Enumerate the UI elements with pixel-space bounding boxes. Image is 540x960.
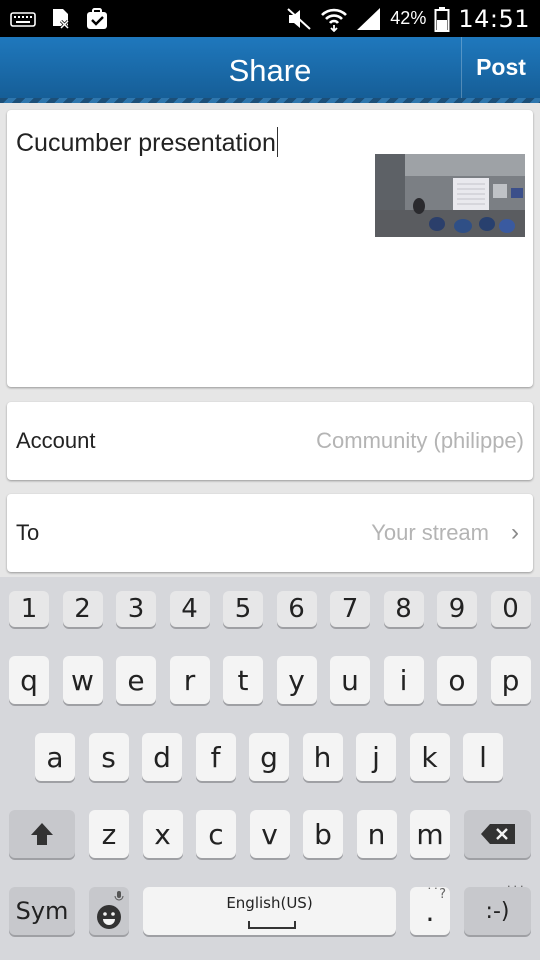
letter-key-d[interactable]: d <box>142 733 182 781</box>
attached-photo-thumbnail[interactable] <box>375 154 525 237</box>
letter-key-m[interactable]: m <box>410 810 450 858</box>
letter-key-z[interactable]: z <box>89 810 129 858</box>
sym-key[interactable]: Sym <box>9 887 75 935</box>
letter-key-k[interactable]: k <box>409 733 450 781</box>
recipient-value: Your stream <box>371 520 489 545</box>
recipient-label: To <box>16 520 40 545</box>
smiley-key[interactable]: :-) ˙˙˙ <box>464 885 531 935</box>
notification-icons <box>10 8 108 30</box>
letter-key-b[interactable]: b <box>303 810 343 858</box>
smiley-hint: ˙˙˙ <box>505 885 526 900</box>
letter-key-c[interactable]: c <box>196 810 236 858</box>
soft-keyboard: 1234567890 qwertyuiop asdfghjkl zxcvbnm Sym… <box>0 577 540 960</box>
letter-key-s[interactable]: s <box>88 733 129 781</box>
post-button[interactable]: Post <box>462 37 540 98</box>
number-key-5[interactable]: 5 <box>223 591 263 627</box>
document-blocked-icon <box>53 9 70 30</box>
space-bar-icon <box>247 921 296 929</box>
chevron-right-icon: › <box>511 519 519 546</box>
letter-key-o[interactable]: o <box>437 656 477 704</box>
action-bar: Share Post <box>0 37 540 103</box>
backspace-icon <box>480 824 515 844</box>
letter-key-e[interactable]: e <box>116 656 156 704</box>
number-key-1[interactable]: 1 <box>9 591 49 627</box>
letter-key-i[interactable]: i <box>383 656 424 704</box>
letter-key-v[interactable]: v <box>249 810 290 858</box>
recipient-selector[interactable]: To Your stream › <box>7 494 533 572</box>
letter-key-n[interactable]: n <box>356 810 397 858</box>
letter-key-w[interactable]: w <box>62 656 103 704</box>
status-bar: 42% 14:51 <box>0 0 540 37</box>
letter-key-t[interactable]: t <box>223 656 263 704</box>
period-hint: ˙˙? <box>426 887 446 902</box>
letter-key-j[interactable]: j <box>356 733 396 781</box>
text-cursor <box>276 127 278 157</box>
number-key-6[interactable]: 6 <box>276 591 317 627</box>
smiley-icon <box>97 891 124 929</box>
letter-key-h[interactable]: h <box>302 733 343 781</box>
space-key[interactable]: English(US) <box>143 887 396 935</box>
smiley-label: :-) <box>485 898 510 924</box>
letter-key-u[interactable]: u <box>330 656 370 704</box>
account-label: Account <box>16 428 96 453</box>
letter-key-f[interactable]: f <box>195 733 236 781</box>
number-key-4[interactable]: 4 <box>169 591 210 627</box>
number-key-8[interactable]: 8 <box>383 591 424 627</box>
letter-key-q[interactable]: q <box>9 656 49 704</box>
shift-arrow-icon <box>31 823 53 845</box>
message-text: Cucumber presentation <box>16 129 276 157</box>
battery-percent: 42% <box>390 8 427 28</box>
action-bar-stripe <box>0 98 540 103</box>
battery-icon <box>434 6 450 32</box>
number-key-7[interactable]: 7 <box>330 591 370 627</box>
shift-key[interactable] <box>9 810 75 858</box>
clock: 14:51 <box>458 4 530 33</box>
photo-image <box>375 154 525 237</box>
period-key[interactable]: . ˙˙? <box>410 887 450 935</box>
emoji-mic-key[interactable] <box>89 887 129 935</box>
number-key-0[interactable]: 0 <box>490 591 531 627</box>
keyboard-icon <box>10 12 36 27</box>
backspace-key[interactable] <box>464 810 531 858</box>
page-title: Share <box>228 53 312 88</box>
system-icons: 42% 14:51 <box>286 0 530 37</box>
signal-icon <box>357 7 381 30</box>
number-key-2[interactable]: 2 <box>62 591 103 627</box>
account-selector[interactable]: Account Community (philippe) <box>7 402 533 480</box>
letter-key-p[interactable]: p <box>490 656 531 704</box>
message-text-field[interactable]: Cucumber presentation <box>16 127 278 158</box>
wifi-icon <box>321 8 348 32</box>
letter-key-l[interactable]: l <box>463 733 503 781</box>
clipboard-check-icon <box>87 8 107 29</box>
account-value: Community (philippe) <box>316 428 524 453</box>
letter-key-x[interactable]: x <box>142 810 183 858</box>
space-language-label: English(US) <box>226 894 313 912</box>
number-key-3[interactable]: 3 <box>116 591 156 627</box>
letter-key-r[interactable]: r <box>169 656 210 704</box>
letter-key-a[interactable]: a <box>35 733 75 781</box>
mute-icon <box>287 7 311 30</box>
letter-key-g[interactable]: g <box>249 733 289 781</box>
number-key-9[interactable]: 9 <box>437 591 477 627</box>
letter-key-y[interactable]: y <box>276 656 317 704</box>
message-editor[interactable]: Cucumber presentation <box>7 110 533 387</box>
